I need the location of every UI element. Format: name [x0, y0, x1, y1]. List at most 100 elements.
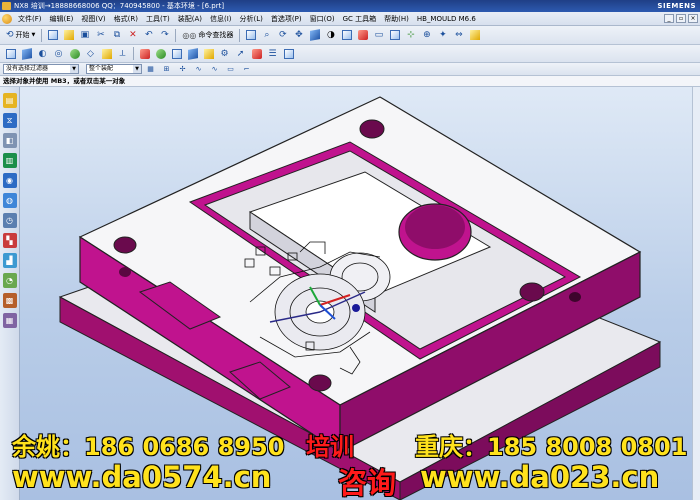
layer-button[interactable]	[387, 28, 402, 42]
filter-tool-4[interactable]: ∿	[191, 62, 206, 76]
section-view-button[interactable]	[355, 28, 370, 42]
menu-gc-toolbox[interactable]: GC 工具箱	[339, 14, 381, 24]
analysis-button[interactable]	[467, 28, 482, 42]
resource-process-studio[interactable]: ▟	[2, 253, 17, 268]
menu-analysis[interactable]: 分析(L)	[236, 14, 267, 24]
scope-select[interactable]: 整个装配 ▼	[86, 64, 142, 74]
corner-icon: ⌐	[243, 65, 250, 73]
menu-window[interactable]: 窗口(O)	[306, 14, 339, 24]
hole-button[interactable]: ◎	[51, 47, 66, 61]
mould-tool-2[interactable]	[153, 47, 168, 61]
menu-view[interactable]: 视图(V)	[77, 14, 109, 24]
cut-button[interactable]: ✂	[93, 28, 108, 42]
resource-reuse-library[interactable]: ▥	[2, 153, 17, 168]
mould-icon	[251, 48, 262, 59]
resource-web-browser[interactable]: ◍	[2, 193, 17, 208]
revolve-button[interactable]: ◐	[35, 47, 50, 61]
menu-info[interactable]: 信息(I)	[206, 14, 236, 24]
filter-tool-3[interactable]: ✢	[175, 62, 190, 76]
edge-display-button[interactable]	[339, 28, 354, 42]
background-button[interactable]: ▭	[371, 28, 386, 42]
application-toolbar: ◐ ◎ ◇ ⟂ ⚙ ➚ ☰	[0, 45, 700, 63]
palette-icon: ▚	[6, 236, 13, 245]
copy-button[interactable]: ⧉	[109, 28, 124, 42]
watermark-phone-chongqing: 重庆：185 8008 0801	[415, 433, 688, 461]
type-filter-select[interactable]: 没有选择过滤器 ▼	[3, 64, 79, 74]
start-button[interactable]: ⟲ 开始 ▼	[3, 28, 38, 42]
shaded-view-button[interactable]	[307, 28, 322, 42]
measure-icon: ⇔	[455, 30, 463, 40]
menu-edit[interactable]: 编辑(E)	[46, 14, 78, 24]
save-button[interactable]: ▣	[77, 28, 92, 42]
menu-format[interactable]: 格式(R)	[110, 14, 142, 24]
new-file-button[interactable]	[45, 28, 60, 42]
sketch-button[interactable]	[3, 47, 18, 61]
filter-icon: ▦	[147, 65, 154, 73]
filter-tool-6[interactable]: ▭	[223, 62, 238, 76]
window-title: NX8 培训→18888668006 QQ：740945800 - 基本环境 -…	[14, 2, 225, 10]
mould-tool-8[interactable]	[249, 47, 264, 61]
chamfer-button[interactable]: ◇	[83, 47, 98, 61]
zoom-icon: ⌕	[264, 30, 270, 40]
copy-icon: ⧉	[113, 30, 121, 40]
delete-button[interactable]: ✕	[125, 28, 140, 42]
resource-part-navigator[interactable]: ◧	[2, 133, 17, 148]
trim-button[interactable]: ⟂	[115, 47, 130, 61]
new-file-icon	[47, 30, 58, 40]
display-mode-button[interactable]: ◑	[323, 28, 338, 42]
menu-help[interactable]: 帮助(H)	[380, 14, 413, 24]
wcs-button[interactable]: ⊹	[403, 28, 418, 42]
resource-constraint-navigator[interactable]: ⧖	[2, 113, 17, 128]
mould-tool-5[interactable]	[201, 47, 216, 61]
undo-button[interactable]: ↶	[141, 28, 156, 42]
menu-tools[interactable]: 工具(T)	[142, 14, 174, 24]
filter-tool-2[interactable]: ⊞	[159, 62, 174, 76]
menu-assembly[interactable]: 装配(A)	[174, 14, 206, 24]
resource-system-materials[interactable]: ▚	[2, 233, 17, 248]
cut-icon: ✂	[97, 30, 105, 40]
redo-button[interactable]: ↷	[157, 28, 172, 42]
filter-tool-7[interactable]: ⌐	[239, 62, 254, 76]
snap-button[interactable]: ⊕	[419, 28, 434, 42]
mould-tool-7[interactable]: ➚	[233, 47, 248, 61]
mould-tool-6[interactable]: ⚙	[217, 47, 232, 61]
resource-roles[interactable]: ◔	[2, 273, 17, 288]
pan-button[interactable]: ✥	[291, 28, 306, 42]
menu-preferences[interactable]: 首选项(P)	[267, 14, 306, 24]
resource-system-scenes[interactable]: ▩	[2, 293, 17, 308]
menu-logo-icon[interactable]	[2, 14, 12, 24]
resource-history[interactable]: ◷	[2, 213, 17, 228]
toolbar-separator	[175, 28, 177, 42]
guide-hole	[359, 119, 385, 139]
close-icon[interactable]: ×	[688, 14, 698, 23]
resource-assembly-navigator[interactable]: ▤	[2, 93, 17, 108]
resource-hd3d-tools[interactable]: ◉	[2, 173, 17, 188]
restore-icon[interactable]: ▫	[676, 14, 686, 23]
point-button[interactable]: ✦	[435, 28, 450, 42]
zoom-button[interactable]: ⌕	[259, 28, 274, 42]
menu-file[interactable]: 文件(F)	[14, 14, 46, 24]
shell-button[interactable]	[99, 47, 114, 61]
mould-tool-3[interactable]	[169, 47, 184, 61]
filter-tool-1[interactable]: ▦	[143, 62, 158, 76]
fit-view-button[interactable]	[243, 28, 258, 42]
mould-tool-9[interactable]: ☰	[265, 47, 280, 61]
mould-tool-1[interactable]	[137, 47, 152, 61]
measure-button[interactable]: ⇔	[451, 28, 466, 42]
open-file-button[interactable]	[61, 28, 76, 42]
filter-tool-5[interactable]: ∿	[207, 62, 222, 76]
extrude-button[interactable]	[19, 47, 34, 61]
resource-palette[interactable]: ▦	[2, 313, 17, 328]
command-finder-label: 命令查找器	[198, 31, 234, 39]
sketch-icon	[5, 48, 16, 59]
mould-tool-4[interactable]	[185, 47, 200, 61]
minimize-icon[interactable]: _	[664, 14, 674, 23]
mould-tool-10[interactable]	[281, 47, 296, 61]
blend-button[interactable]	[67, 47, 82, 61]
viewport-scrollbar[interactable]	[692, 87, 700, 500]
rotate-button[interactable]: ⟳	[275, 28, 290, 42]
menu-hb-mould[interactable]: HB_MOULD M6.6	[413, 15, 480, 23]
command-finder-button[interactable]: ◎◎ 命令查找器	[179, 28, 236, 42]
chamfer-icon: ◇	[87, 48, 94, 59]
guide-hole	[519, 282, 545, 302]
